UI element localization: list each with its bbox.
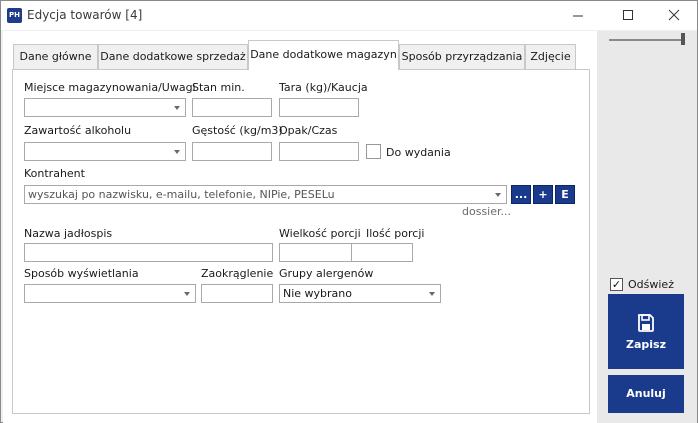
alcohol-label: Zawartość alkoholu	[24, 124, 132, 137]
density-input[interactable]	[192, 142, 272, 161]
chevron-down-icon	[184, 292, 190, 296]
minimize-button[interactable]	[555, 1, 601, 30]
portion-count-label: Ilość porcji	[366, 227, 425, 240]
maximize-icon	[623, 10, 633, 20]
check-icon: ✓	[611, 278, 622, 291]
tare-label: Tara (kg)/Kaucja	[279, 81, 368, 94]
to-issue-label: Do wydania	[386, 146, 451, 159]
refresh-label: Odśwież	[628, 278, 674, 291]
tab-dane-glowne[interactable]: Dane główne	[13, 44, 98, 69]
window: PH Edycja towarów [4] Dane główne Dane d…	[0, 0, 698, 423]
package-input[interactable]	[279, 142, 359, 161]
tab-panel-magazyn: Miejsce magazynowania/Uwagi Stan min. Ta…	[12, 69, 590, 414]
title-bar: PH Edycja towarów [4]	[1, 1, 697, 30]
chevron-down-icon	[429, 292, 435, 296]
close-button[interactable]	[651, 1, 697, 30]
chevron-down-icon	[174, 106, 180, 110]
refresh-checkbox[interactable]: ✓	[610, 278, 623, 291]
rounding-label: Zaokrąglenie	[201, 267, 274, 280]
storage-combo[interactable]	[24, 98, 186, 117]
maximize-button[interactable]	[605, 1, 651, 30]
density-label: Gęstość (kg/m3)	[192, 124, 283, 137]
contractor-placeholder: wyszukaj po nazwisku, e-mailu, telefonie…	[28, 188, 335, 201]
portion-size-label: Wielkość porcji	[279, 227, 361, 240]
contractor-label: Kontrahent	[24, 167, 85, 180]
allergen-label: Grupy alergenów	[279, 267, 374, 280]
contractor-edit-button[interactable]: E	[555, 185, 575, 204]
save-button[interactable]: Zapisz	[608, 294, 684, 369]
minimize-icon	[573, 15, 583, 17]
chevron-down-icon	[174, 150, 180, 154]
display-mode-combo[interactable]	[24, 284, 196, 303]
allergen-value: Nie wybrano	[283, 287, 353, 300]
side-panel: ✓ Odśwież Zapisz Anuluj	[597, 31, 697, 423]
zoom-slider-track[interactable]	[609, 39, 685, 41]
app-icon: PH	[7, 8, 22, 23]
tab-dane-dodatkowe-sprzedaz[interactable]: Dane dodatkowe sprzedaż	[98, 44, 248, 69]
close-icon	[668, 9, 680, 21]
package-label: Opak/Czas	[279, 124, 338, 137]
main-panel: Dane główne Dane dodatkowe sprzedaż Dane…	[3, 31, 597, 423]
contractor-more-button[interactable]: ...	[511, 185, 531, 204]
display-mode-label: Sposób wyświetlania	[24, 267, 139, 280]
cancel-button[interactable]: Anuluj	[608, 375, 684, 413]
stock-min-input[interactable]	[192, 98, 272, 117]
chevron-down-icon	[495, 193, 501, 197]
contractor-search[interactable]: wyszukaj po nazwisku, e-mailu, telefonie…	[24, 185, 507, 204]
tab-sposob-przyrzadzania[interactable]: Sposób przyrządzania	[399, 44, 525, 69]
menu-name-label: Nazwa jadłospis	[24, 227, 113, 240]
contractor-add-button[interactable]: +	[533, 185, 553, 204]
rounding-input[interactable]	[201, 284, 273, 303]
zoom-slider-handle[interactable]	[681, 33, 685, 45]
menu-name-input[interactable]	[24, 243, 273, 262]
to-issue-checkbox[interactable]	[366, 144, 381, 159]
allergen-combo[interactable]: Nie wybrano	[279, 284, 441, 303]
tab-zdjecie[interactable]: Zdjęcie	[525, 44, 576, 69]
storage-label: Miejsce magazynowania/Uwagi	[24, 81, 196, 94]
stock-min-label: Stan min.	[192, 81, 245, 94]
portion-count-input[interactable]	[351, 243, 413, 262]
tare-input[interactable]	[279, 98, 359, 117]
floppy-disk-icon	[638, 314, 654, 332]
tab-dane-dodatkowe-magazyn[interactable]: Dane dodatkowe magazyn	[248, 40, 399, 70]
alcohol-combo[interactable]	[24, 142, 186, 161]
save-label: Zapisz	[626, 338, 666, 351]
dossier-link[interactable]: dossier...	[462, 205, 511, 218]
window-title: Edycja towarów [4]	[27, 8, 143, 22]
portion-size-input[interactable]	[279, 243, 360, 262]
